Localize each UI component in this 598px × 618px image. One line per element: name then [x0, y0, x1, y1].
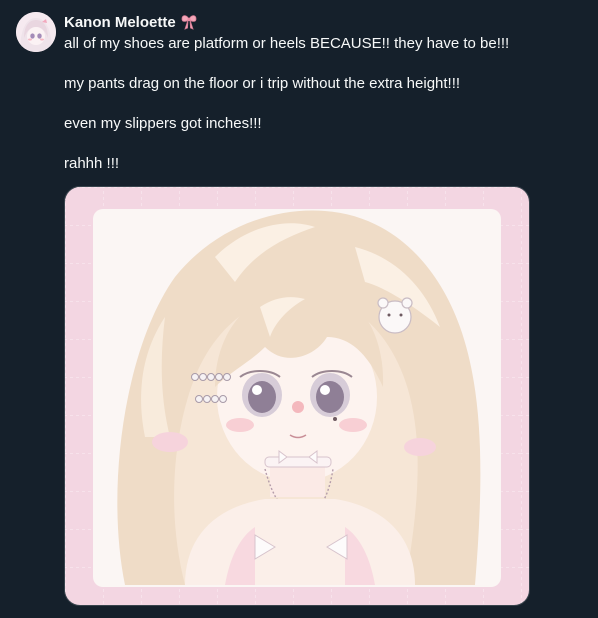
tweet-header: Kanon Meloette	[64, 12, 198, 32]
tweet: Kanon Meloette all of my shoes are platf…	[0, 0, 598, 618]
anime-illustration	[65, 187, 529, 605]
tweet-line: even my slippers got inches!!!	[64, 115, 262, 132]
avatar[interactable]	[16, 12, 56, 52]
display-name[interactable]: Kanon Meloette	[64, 14, 176, 31]
pink-ribbon-icon	[180, 13, 198, 31]
tweet-line: my pants drag on the floor or i trip wit…	[64, 75, 461, 92]
tweet-line: rahhh !!!	[64, 155, 120, 172]
anime-girl-avatar-icon	[16, 12, 56, 52]
tweet-line: all of my shoes are platform or heels BE…	[64, 35, 510, 52]
tweet-text: all of my shoes are platform or heels BE…	[64, 34, 584, 194]
tweet-image[interactable]	[64, 186, 530, 606]
